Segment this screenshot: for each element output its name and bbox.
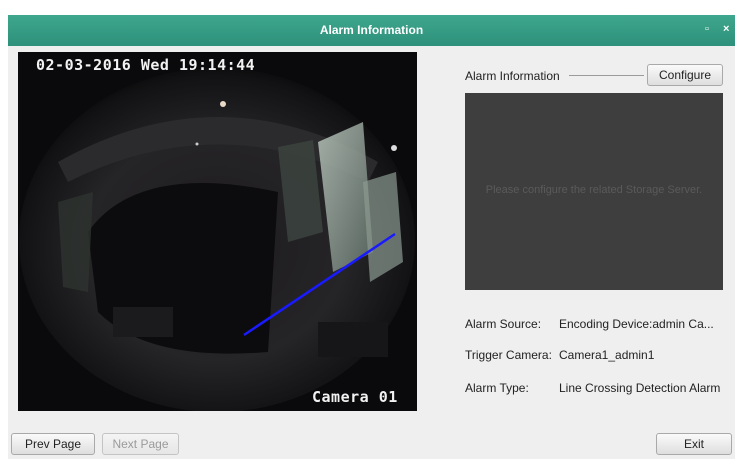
trigger-camera-value: Camera1_admin1	[559, 348, 655, 362]
trigger-camera-label: Trigger Camera:	[465, 348, 552, 362]
storage-server-message: Please configure the related Storage Ser…	[485, 184, 703, 196]
heading-divider	[569, 75, 644, 76]
restore-icon[interactable]: ▫	[705, 23, 709, 35]
ceiling-light-3	[195, 142, 199, 146]
alarm-type-label: Alarm Type:	[465, 381, 529, 395]
osd-camera-name: Camera 01	[312, 388, 398, 406]
ceiling-light-1	[220, 101, 226, 107]
osd-timestamp: 02-03-2016 Wed 19:14:44	[36, 56, 256, 74]
furniture-right	[318, 322, 388, 357]
configure-button[interactable]: Configure	[647, 64, 723, 86]
window-panel-2	[363, 172, 403, 282]
video-preview: 02-03-2016 Wed 19:14:44 Camera 01	[18, 52, 417, 411]
next-page-button[interactable]: Next Page	[102, 433, 179, 455]
ceiling-light-2	[391, 145, 397, 151]
alarm-information-window: Alarm Information ▫ × 02-03-2016 Wed 19:…	[8, 15, 735, 459]
title-bar[interactable]: Alarm Information ▫ ×	[8, 15, 735, 46]
alarm-source-value: Encoding Device:admin Ca...	[559, 317, 714, 331]
storage-server-panel: Please configure the related Storage Ser…	[465, 93, 723, 290]
window-title: Alarm Information	[319, 23, 424, 37]
left-wall	[58, 192, 93, 292]
close-icon[interactable]: ×	[723, 23, 729, 35]
camera-scene	[19, 68, 415, 411]
alarm-source-label: Alarm Source:	[465, 317, 542, 331]
furniture-left	[113, 307, 173, 337]
alarm-info-heading: Alarm Information	[465, 69, 560, 83]
alarm-type-value: Line Crossing Detection Alarm	[559, 381, 721, 395]
prev-page-button[interactable]: Prev Page	[11, 433, 95, 455]
exit-button[interactable]: Exit	[656, 433, 732, 455]
